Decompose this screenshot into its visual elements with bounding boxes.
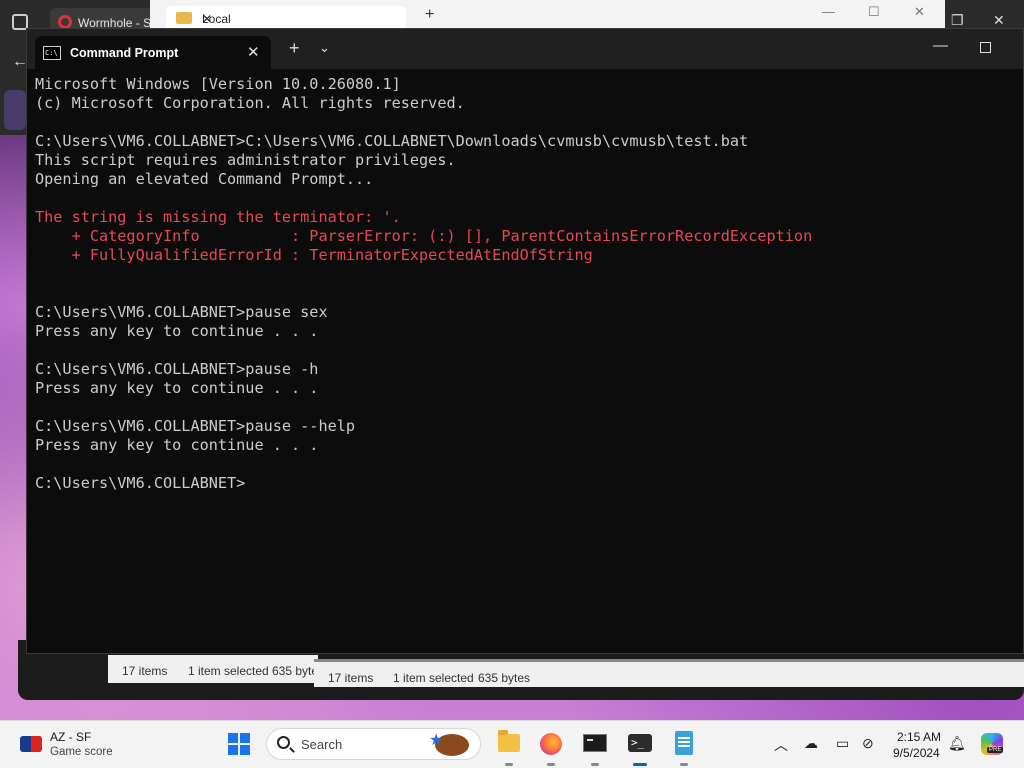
tab-command-prompt[interactable]: C:\ Command Prompt ✕ [35, 36, 271, 69]
console-error-line: + FullyQualifiedErrorId : TerminatorExpe… [35, 246, 593, 264]
command-prompt-icon: C:\ [43, 46, 61, 60]
terminal-titlebar[interactable]: C:\ Command Prompt ✕ + ⌄ — [27, 29, 1023, 69]
console-line: Opening an elevated Command Prompt... [35, 170, 374, 188]
new-tab-icon[interactable]: + [289, 38, 300, 59]
explorer-tab[interactable]: Local ✕ [166, 6, 406, 30]
status-size: 635 byte [272, 664, 319, 678]
minimize-icon[interactable]: — [933, 37, 948, 54]
notification-bell-icon[interactable]: 🔔︎ [948, 735, 966, 752]
command-prompt-icon[interactable] [580, 729, 610, 766]
mlb-icon [20, 736, 42, 752]
background-explorer-window: Local ✕ + — ☐ ✕ [150, 0, 945, 30]
terminal-window: C:\ Command Prompt ✕ + ⌄ — Microsoft Win… [26, 28, 1024, 654]
console-line: (c) Microsoft Corporation. All rights re… [35, 94, 465, 112]
console-error-line: + CategoryInfo : ParserError: (:) [], Pa… [35, 227, 813, 245]
taskbar-search[interactable]: Search [266, 728, 481, 760]
folder-icon [176, 12, 192, 24]
console-output[interactable]: Microsoft Windows [Version 10.0.26080.1]… [35, 75, 1015, 645]
close-icon[interactable]: ✕ [993, 12, 1005, 29]
copilot-badge: PRE [987, 747, 1004, 753]
copilot-icon[interactable]: PRE [981, 733, 1004, 755]
search-highlight-icon [429, 730, 469, 756]
console-error-line: The string is missing the terminator: '. [35, 208, 401, 226]
console-line: Press any key to continue . . . [35, 379, 319, 397]
search-placeholder: Search [301, 737, 343, 752]
network-icon[interactable]: ⊘ [862, 735, 874, 752]
sidebar-app-icon[interactable] [4, 90, 26, 130]
console-line: C:\Users\VM6.COLLABNET>C:\Users\VM6.COLL… [35, 132, 749, 150]
tab-close-icon[interactable]: ✕ [247, 43, 260, 61]
taskbar: AZ - SF Game score Search >_ ︿ ☁ ▭ ⊘ 2:1… [0, 720, 1024, 768]
explorer-status-bar: 17 items 1 item selected 635 byte [108, 655, 318, 683]
console-line: Press any key to continue . . . [35, 436, 319, 454]
tab-title: Command Prompt [70, 46, 179, 60]
chevron-up-icon[interactable]: ︿ [774, 735, 788, 755]
status-item-count: 17 items [328, 671, 374, 685]
console-line: C:\Users\VM6.COLLABNET>pause --help [35, 417, 356, 435]
explorer-close-icon[interactable]: ✕ [914, 4, 925, 20]
widget-subtitle: Game score [50, 746, 113, 758]
explorer-tab-close-icon[interactable]: ✕ [202, 12, 212, 26]
status-item-count: 17 items [122, 664, 168, 678]
terminal-icon[interactable]: >_ [625, 729, 655, 766]
explorer-maximize-icon[interactable]: ☐ [868, 4, 880, 20]
console-line: C:\Users\VM6.COLLABNET>pause -h [35, 360, 319, 378]
console-line: C:\Users\VM6.COLLABNET> [35, 474, 246, 492]
search-icon [277, 736, 290, 749]
explorer-status-bar-2: 17 items 1 item selected 635 bytes [314, 659, 1024, 687]
console-line: This script requires administrator privi… [35, 151, 456, 169]
notepad-icon[interactable] [669, 729, 699, 766]
console-line: C:\Users\VM6.COLLABNET>pause sex [35, 303, 328, 321]
opera-icon [58, 15, 72, 29]
display-icon[interactable]: ▭ [836, 735, 849, 752]
firefox-icon[interactable] [536, 729, 566, 766]
explorer-minimize-icon[interactable]: — [822, 4, 835, 19]
cloud-offline-icon[interactable]: ☁ [804, 735, 818, 752]
maximize-icon[interactable] [980, 42, 991, 53]
clock-date[interactable]: 9/5/2024 [893, 746, 940, 760]
chevron-down-icon[interactable]: ⌄ [319, 40, 330, 56]
windows-start-icon[interactable] [228, 733, 250, 755]
console-line: Press any key to continue . . . [35, 322, 319, 340]
file-explorer-icon[interactable] [494, 729, 524, 766]
clock-time[interactable]: 2:15 AM [897, 730, 941, 744]
console-line: Microsoft Windows [Version 10.0.26080.1] [35, 75, 401, 93]
status-selection: 1 item selected [188, 664, 269, 678]
status-size: 635 bytes [478, 671, 531, 685]
status-selection: 1 item selected [393, 671, 474, 685]
explorer-new-tab-icon[interactable]: + [425, 6, 434, 24]
widget-title: AZ - SF [50, 730, 92, 744]
restore-icon[interactable]: ❐ [951, 12, 964, 29]
